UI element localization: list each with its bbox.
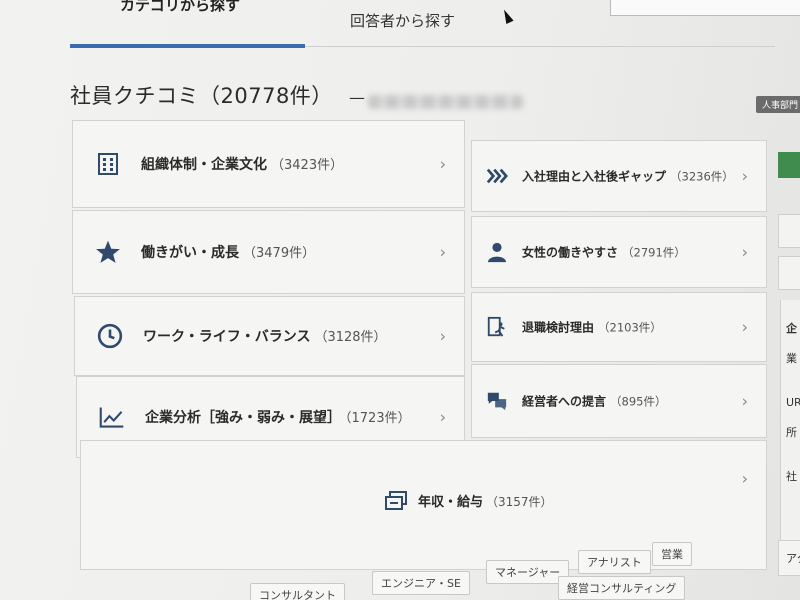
tag-sales[interactable]: 営業 (652, 542, 692, 566)
sidebar-text: 業 (786, 352, 797, 365)
screen: カテゴリから探す 回答者から探す 社員クチコミ（20778件） — 人事部門 組… (0, 0, 800, 600)
sidebar-company-panel (780, 300, 800, 540)
tag-consultant[interactable]: コンサルタント (250, 583, 345, 600)
sidebar-text: UR (786, 396, 800, 409)
sidebar-text: 企 (786, 322, 797, 335)
sidebar-green-button[interactable] (778, 152, 800, 178)
tag-analyst[interactable]: アナリスト (578, 550, 651, 574)
sidebar-text: 所 (786, 426, 797, 439)
sidebar-button[interactable] (778, 256, 800, 290)
sidebar-text: 社 (786, 470, 797, 483)
sidebar-text: アク (786, 552, 800, 565)
tag-manager[interactable]: マネージャー (486, 560, 570, 584)
sidebar-button[interactable] (778, 214, 800, 248)
job-tags: コンサルタント エンジニア・SE マネージャー アナリスト 営業 経営コンサルテ… (0, 0, 800, 600)
tag-management-consulting[interactable]: 経営コンサルティング (558, 576, 686, 600)
tag-engineer[interactable]: エンジニア・SE (372, 571, 470, 595)
